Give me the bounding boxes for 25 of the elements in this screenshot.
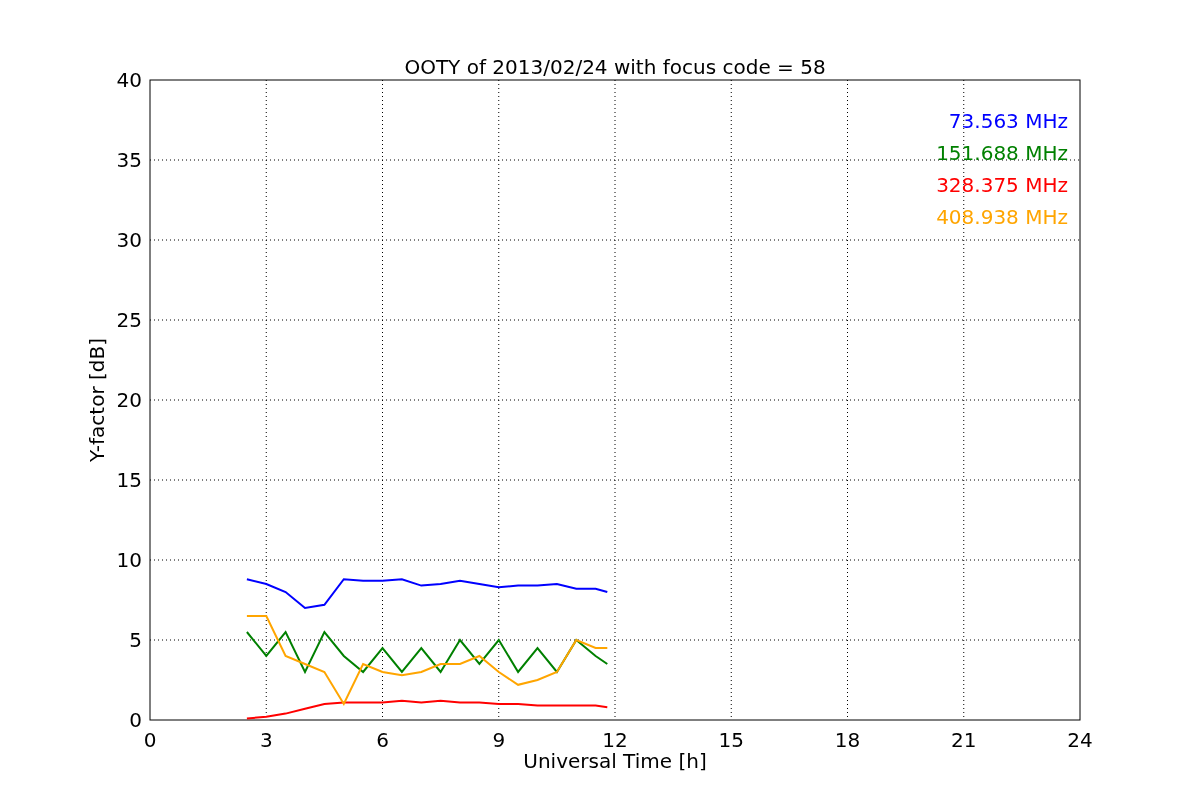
x-axis-label: Universal Time [h] (523, 749, 707, 773)
legend-label: 328.375 MHz (936, 173, 1068, 197)
legend-label: 408.938 MHz (936, 205, 1068, 229)
x-tick-label: 3 (259, 728, 273, 752)
y-tick-label: 20 (116, 388, 142, 412)
y-tick-label: 25 (116, 308, 142, 332)
y-tick-label: 5 (129, 628, 142, 652)
x-tick-label: 21 (951, 728, 977, 752)
legend-label: 151.688 MHz (936, 141, 1068, 165)
x-tick-label: 18 (834, 728, 861, 752)
y-axis-label: Y-factor [dB] (85, 338, 109, 462)
y-tick-label: 40 (116, 68, 142, 92)
x-tick-label: 12 (602, 728, 628, 752)
x-tick-label: 9 (492, 728, 506, 752)
legend-label: 73.563 MHz (948, 109, 1068, 133)
y-tick-label: 10 (116, 548, 142, 572)
x-tick-label: 0 (143, 728, 157, 752)
y-tick-label: 0 (129, 708, 142, 732)
y-tick-label: 35 (116, 148, 142, 172)
y-tick-label: 15 (116, 468, 142, 492)
y-tick-label: 30 (116, 228, 142, 252)
x-tick-label: 24 (1067, 728, 1093, 752)
x-tick-label: 15 (718, 728, 744, 752)
x-tick-label: 6 (376, 728, 389, 752)
chart-title: OOTY of 2013/02/24 with focus code = 58 (404, 55, 826, 79)
